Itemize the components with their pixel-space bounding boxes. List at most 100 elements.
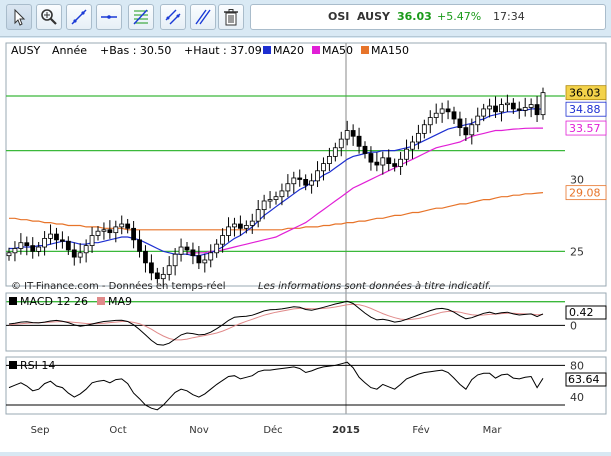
candlestick	[202, 253, 208, 273]
horizontal-line-icon	[101, 15, 117, 19]
candle-body	[410, 141, 415, 150]
delete-button[interactable]	[218, 4, 244, 30]
candle-body	[42, 237, 47, 248]
candlestick	[12, 241, 18, 262]
rsi-tick-label: 40	[570, 391, 584, 404]
chart-svg: AUSY Année +Bas : 30.50 +Haut : 37.09 MA…	[5, 42, 607, 436]
x-axis-label: Fév	[412, 424, 429, 436]
candlestick	[48, 224, 53, 245]
candle-body	[220, 235, 226, 245]
candle-body	[6, 252, 12, 257]
candlestick	[101, 222, 107, 240]
channel-tool-button[interactable]	[160, 4, 186, 30]
candlestick	[243, 220, 249, 234]
last-value-label-text: 33.57	[569, 122, 601, 135]
toolbar: OSI AUSY 36.03 +5.47% 17:34	[0, 0, 611, 37]
candlestick	[71, 242, 77, 266]
candlestick	[487, 98, 493, 118]
candlestick	[125, 218, 131, 234]
candlestick	[95, 226, 101, 241]
candlestick	[415, 124, 421, 150]
x-axis-label: Déc	[263, 424, 282, 436]
rsi-last-label: 63.64	[568, 373, 600, 386]
fibonacci-tool-button[interactable]	[128, 4, 154, 30]
candle-body	[380, 157, 386, 166]
candle-body	[107, 229, 113, 234]
candlestick	[77, 243, 83, 264]
candle-body	[321, 163, 326, 172]
rsi-line	[8, 361, 544, 411]
candlestick	[386, 149, 392, 171]
candle-body	[202, 259, 208, 264]
trendline-tool-button[interactable]	[66, 4, 92, 30]
candle-body	[232, 223, 237, 228]
candle-body	[154, 272, 160, 280]
parallel-lines-tool-button[interactable]	[190, 4, 216, 30]
candle-body	[469, 124, 475, 136]
y-tick-label: 25	[570, 245, 584, 258]
candle-body	[404, 148, 409, 160]
candlestick	[326, 147, 332, 171]
candlestick	[60, 231, 65, 249]
trash-icon	[224, 9, 238, 26]
candlestick	[309, 173, 315, 194]
candle-body	[243, 225, 249, 229]
candle-body	[113, 226, 119, 234]
last-value-label: 33.57	[565, 120, 607, 136]
candle-body	[166, 265, 172, 275]
candle-body	[344, 130, 350, 140]
macd-last-label: 0.42	[569, 306, 594, 319]
candle-body	[160, 273, 166, 280]
candle-body	[172, 253, 178, 267]
pointer-icon	[14, 8, 26, 26]
candlestick	[522, 97, 528, 117]
candle-body	[237, 223, 243, 229]
candle-body	[101, 229, 107, 232]
pointer-tool-button[interactable]	[6, 4, 32, 30]
candle-body	[421, 124, 427, 134]
candlestick	[267, 191, 273, 209]
candlestick	[392, 158, 398, 172]
legend-macd: MACD 12 26	[20, 295, 88, 308]
candle-body	[528, 104, 534, 108]
candle-body	[60, 239, 65, 242]
candle-body	[534, 104, 540, 116]
chart-area[interactable]: AUSY Année +Bas : 30.50 +Haut : 37.09 MA…	[0, 38, 611, 452]
candlestick	[291, 171, 297, 194]
candlestick	[24, 236, 30, 256]
horizontal-line-tool-button[interactable]	[96, 4, 122, 30]
candle-body	[279, 190, 285, 198]
candle-body	[386, 157, 392, 164]
last-value-label: 34.88	[565, 101, 607, 117]
candlestick	[516, 101, 522, 119]
candle-body	[190, 249, 196, 257]
legend-ma50-swatch	[312, 46, 320, 54]
candle-body	[427, 117, 433, 126]
candlestick	[504, 94, 510, 112]
candle-body	[54, 233, 59, 241]
macd-tick-label: 0	[570, 319, 577, 332]
candle-body	[309, 180, 315, 186]
fibonacci-icon	[133, 9, 148, 25]
x-axis-label: Oct	[109, 425, 126, 436]
candlestick	[208, 244, 214, 268]
candle-body	[398, 158, 404, 167]
candlestick	[137, 230, 142, 258]
candle-body	[24, 242, 30, 246]
candle-body	[338, 138, 344, 149]
candle-body	[226, 226, 231, 236]
candlestick	[249, 213, 255, 234]
candlestick	[273, 191, 279, 205]
candle-body	[350, 130, 356, 137]
x-axis-label: 2015	[332, 425, 360, 436]
macd-legend: MACD 12 26 MA9	[9, 295, 132, 308]
candlestick	[196, 246, 202, 270]
candle-body	[95, 230, 101, 236]
candlestick	[374, 152, 380, 172]
candlestick	[89, 227, 95, 253]
candlestick	[321, 157, 326, 181]
candle-body	[65, 240, 71, 251]
candlestick	[178, 238, 184, 262]
zoom-tool-button[interactable]	[36, 4, 62, 30]
candle-body	[504, 102, 510, 106]
